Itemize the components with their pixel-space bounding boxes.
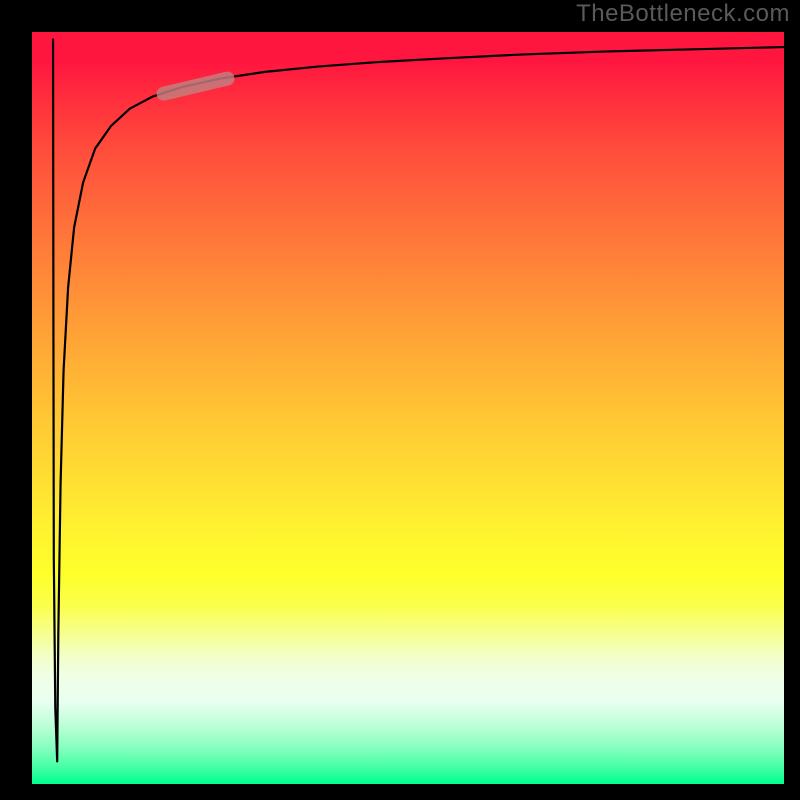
chart-svg xyxy=(32,32,784,784)
chart-plot-area xyxy=(32,32,784,784)
performance-curve xyxy=(53,40,784,762)
highlight-marker xyxy=(164,79,228,94)
watermark-text: TheBottleneck.com xyxy=(576,0,790,28)
